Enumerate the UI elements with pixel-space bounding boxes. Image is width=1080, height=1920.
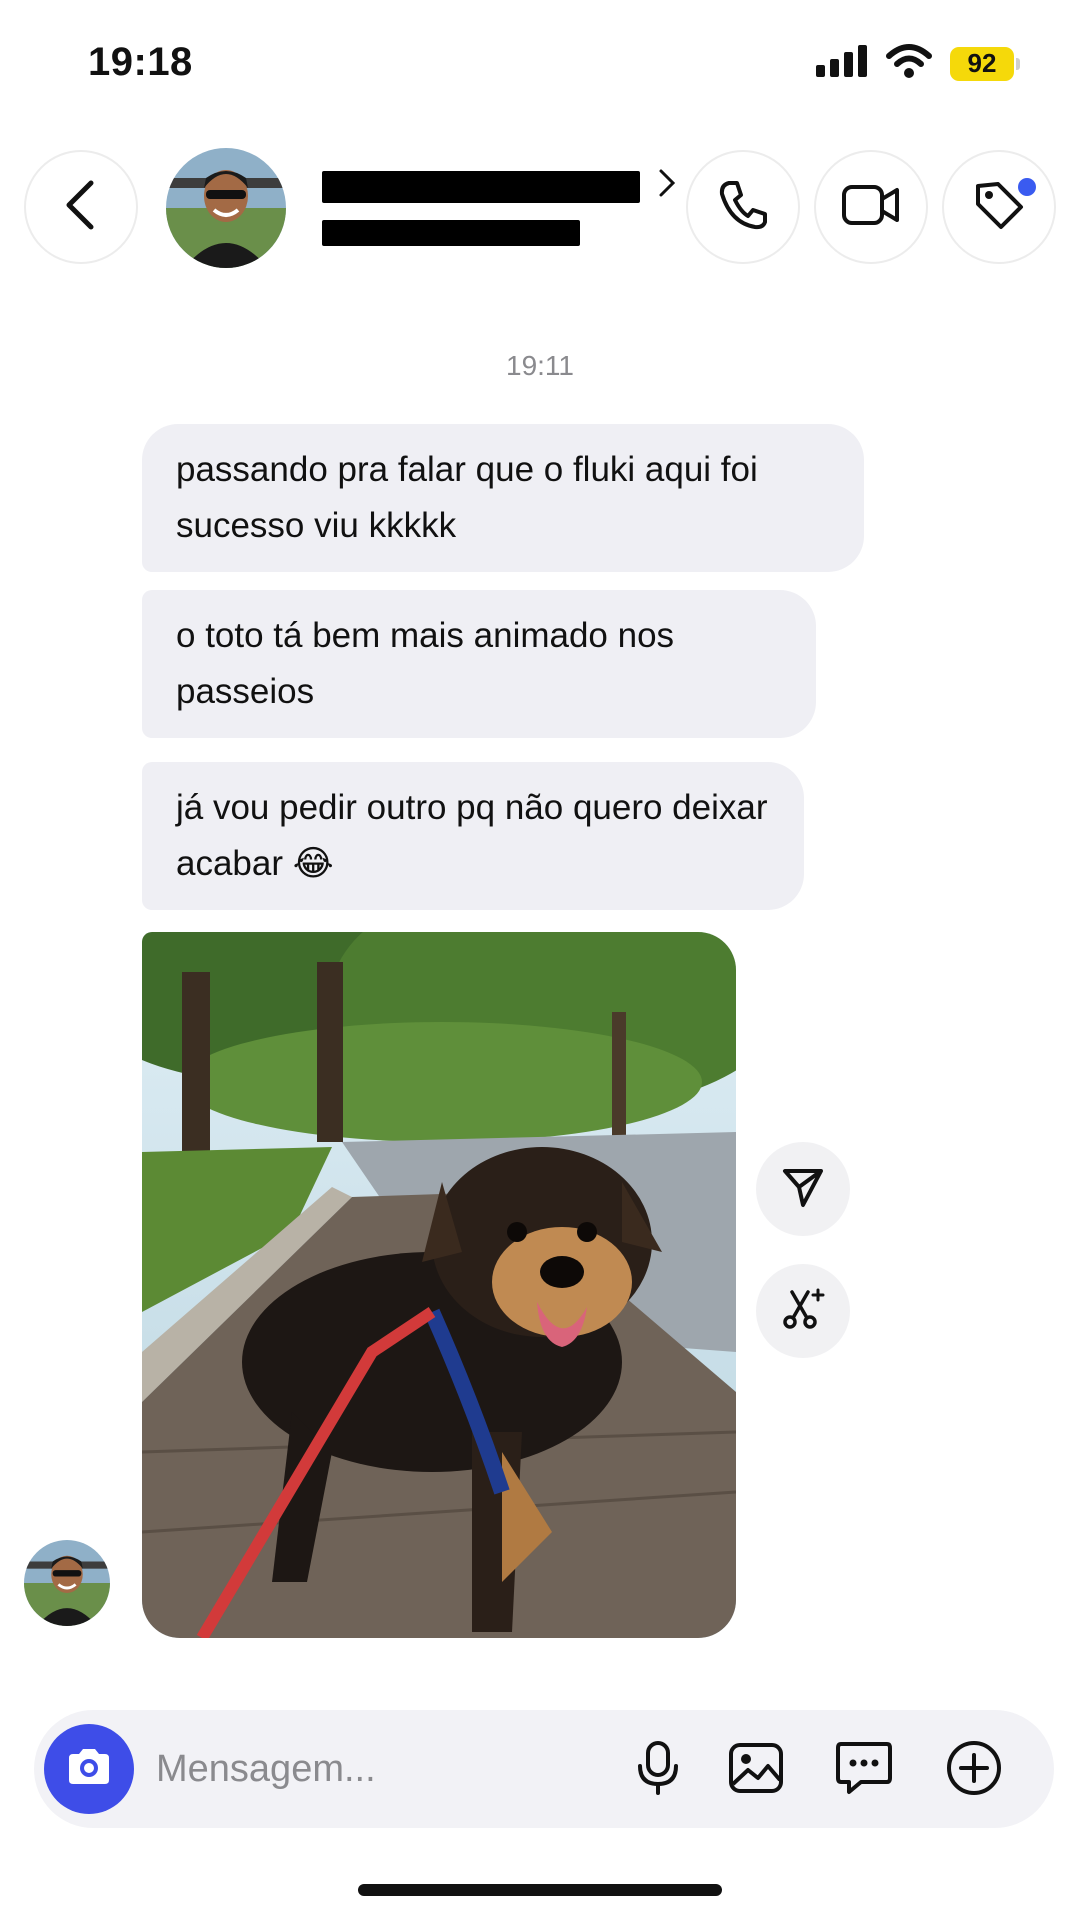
gallery-button[interactable] <box>726 1740 786 1800</box>
cellular-signal-icon <box>816 45 868 82</box>
voice-call-button[interactable] <box>686 150 800 264</box>
message-input[interactable] <box>156 1732 596 1806</box>
gallery-icon <box>728 1742 784 1799</box>
send-icon <box>781 1165 825 1214</box>
camera-button[interactable] <box>44 1724 134 1814</box>
chat-header <box>0 148 1080 268</box>
phone-icon <box>717 179 769 236</box>
status-icons: 92 <box>816 44 1020 83</box>
dog-photo-message[interactable] <box>142 932 736 1638</box>
contact-avatar[interactable] <box>166 148 286 268</box>
status-bar: 19:18 92 <box>0 0 1080 120</box>
sticker-button[interactable] <box>834 1740 894 1800</box>
camera-icon <box>65 1746 113 1793</box>
microphone-icon <box>636 1740 680 1801</box>
share-button[interactable] <box>756 1142 850 1236</box>
back-arrow-icon <box>61 179 101 236</box>
video-call-button[interactable] <box>814 150 928 264</box>
username-redacted <box>322 220 580 246</box>
battery-level: 92 <box>950 46 1014 81</box>
plus-circle-icon <box>945 1739 1003 1802</box>
microphone-button[interactable] <box>628 1740 688 1800</box>
video-camera-icon <box>841 182 901 233</box>
ai-edit-icon <box>780 1286 826 1337</box>
more-button[interactable] <box>944 1740 1004 1800</box>
chat-timestamp: 19:11 <box>506 350 574 381</box>
message-bubble[interactable]: o toto tá bem mais animado nos passeios <box>142 590 816 738</box>
ai-edit-button[interactable] <box>756 1264 850 1358</box>
notification-dot <box>1018 178 1036 196</box>
message-bubble[interactable]: já vou pedir outro pq não quero deixar a… <box>142 762 804 910</box>
tag-button[interactable] <box>942 150 1056 264</box>
message-bubble[interactable]: passando pra falar que o fluki aqui foi … <box>142 424 864 572</box>
contact-name-redacted <box>322 171 640 203</box>
status-time: 19:18 <box>88 40 193 84</box>
back-button[interactable] <box>24 150 138 264</box>
chevron-right-icon <box>658 168 676 206</box>
home-indicator[interactable] <box>358 1884 722 1896</box>
wifi-icon <box>886 44 932 83</box>
sticker-icon <box>835 1740 893 1801</box>
message-composer <box>34 1710 1054 1828</box>
battery-icon: 92 <box>950 46 1020 81</box>
sender-avatar[interactable] <box>24 1540 110 1626</box>
contact-info[interactable] <box>322 168 676 246</box>
